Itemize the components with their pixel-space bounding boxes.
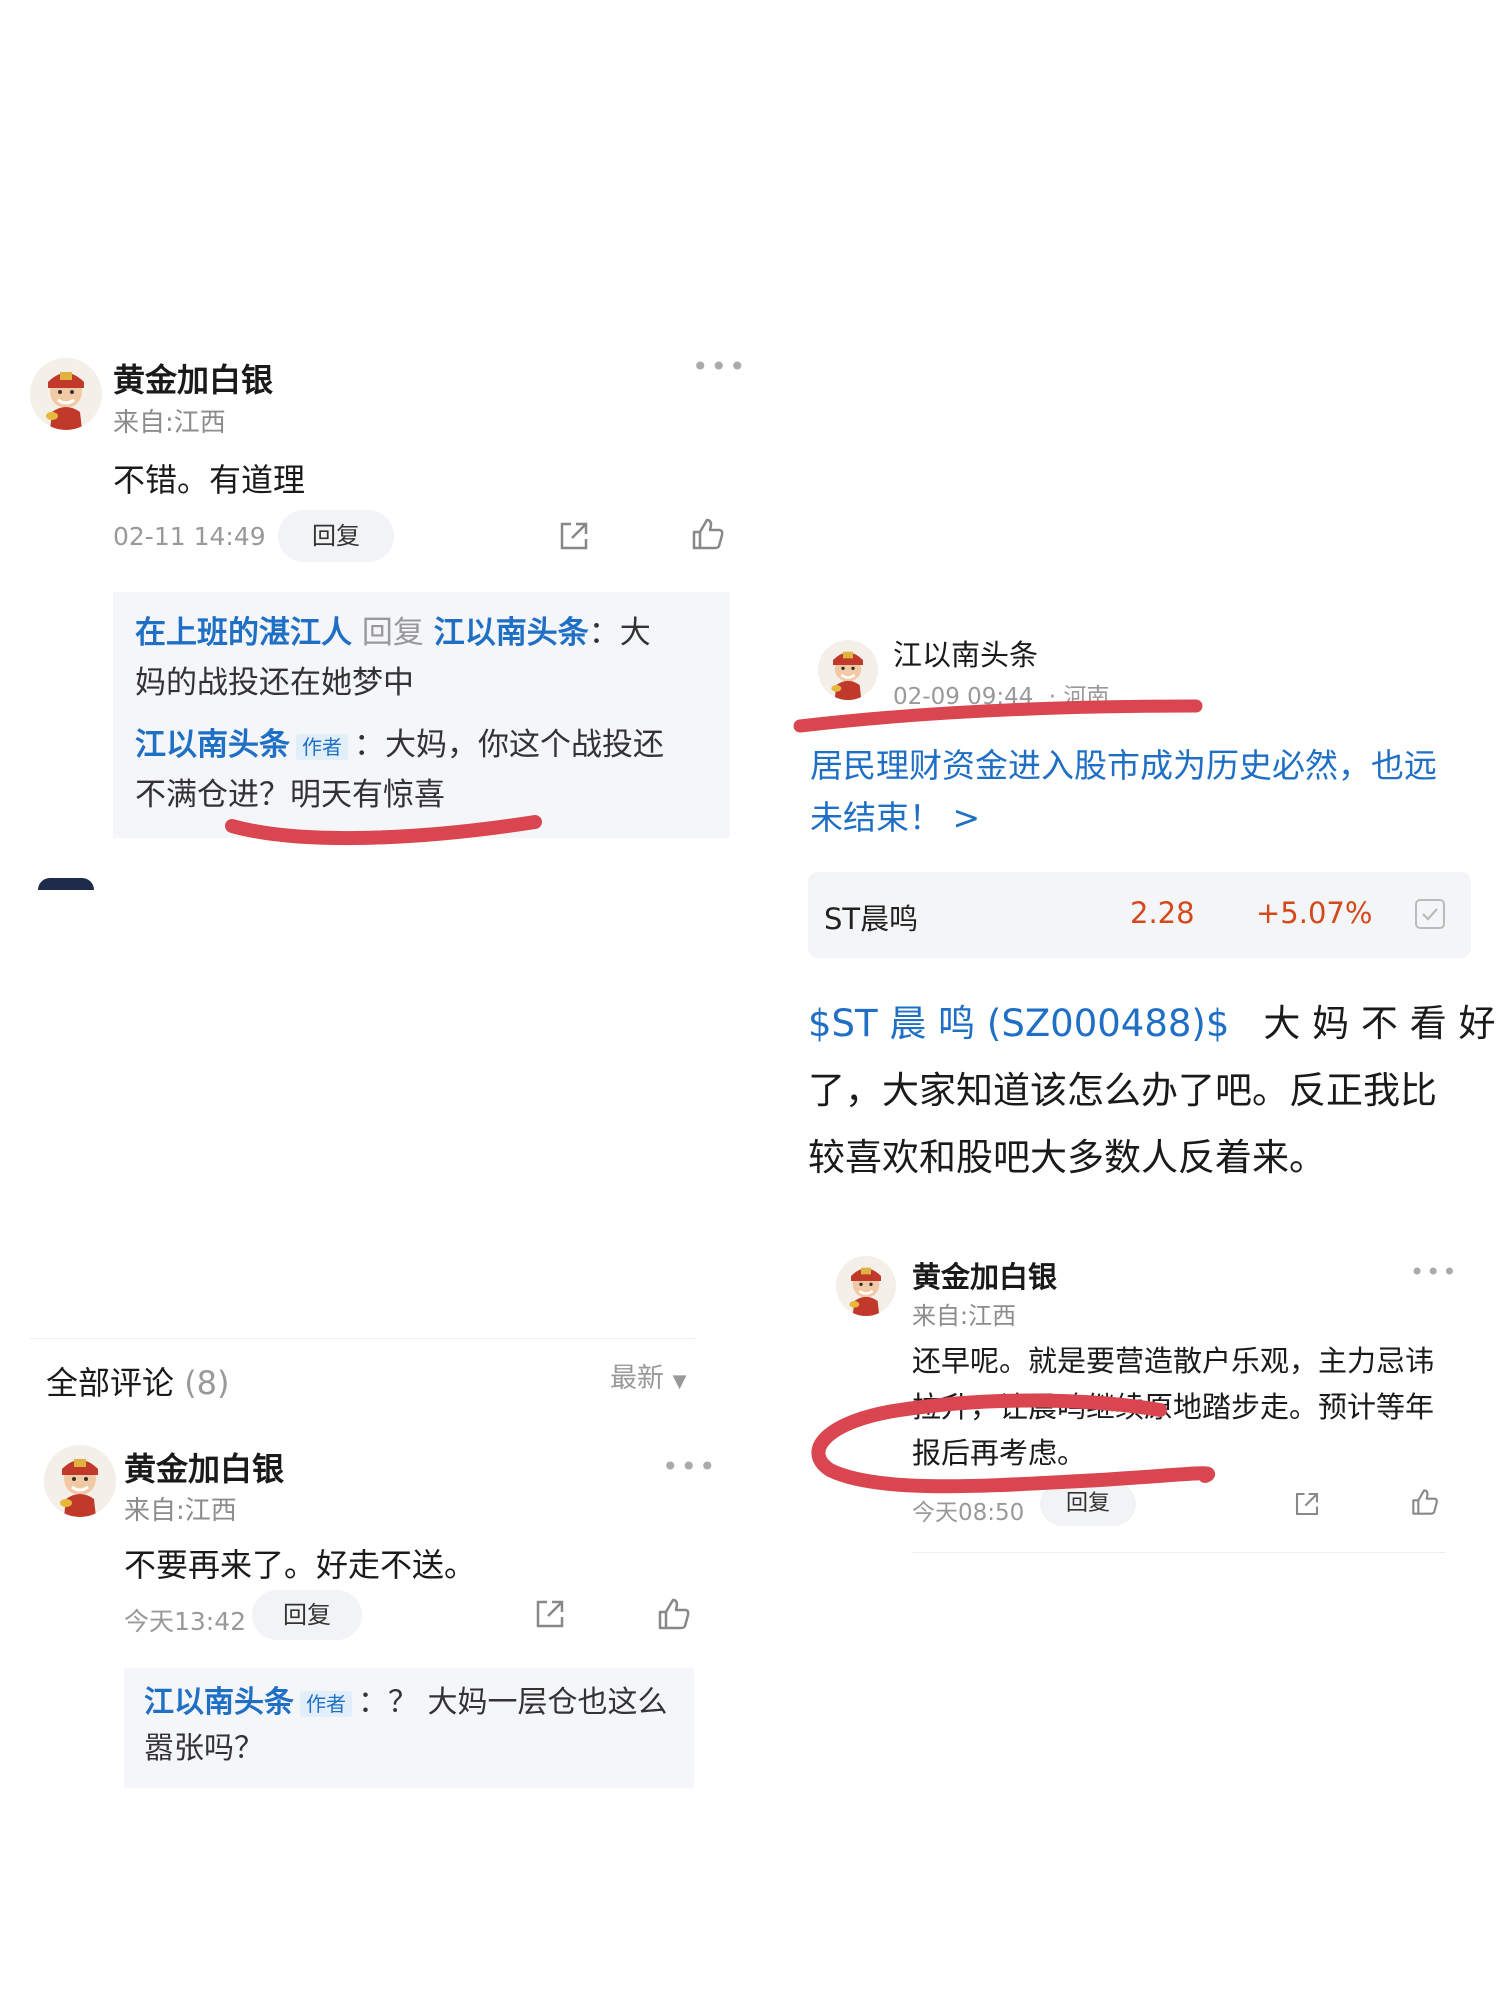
sub-reply-text-cont: 妈的战投还在她梦中 [135,665,414,701]
post-title-line: 居民理财资金进入股市成为历史必然，也远 [810,746,1437,785]
sub-reply-text: ：大妈，你这个战投还 [354,727,664,763]
post-location: · 河南 [1048,684,1110,710]
comments-count: (8) [184,1364,230,1402]
reply-button[interactable]: 回复 [278,510,394,562]
like-icon[interactable] [656,1596,692,1632]
user-avatar[interactable] [30,358,102,430]
comment-location: 来自:江西 [912,1302,1017,1330]
post-time: 02-09 09:44 [893,684,1034,710]
post-body-text: 大 妈 不 看 好 [1263,1002,1496,1045]
reply-button[interactable]: 回复 [252,1590,362,1640]
comment-username[interactable]: 黄金加白银 [912,1254,1057,1296]
comments-section-title: 全部评论 (8) [46,1358,230,1404]
user-avatar[interactable] [836,1256,896,1316]
like-icon[interactable] [690,516,726,552]
comment-location: 来自:江西 [124,1496,237,1526]
more-options-icon[interactable]: ••• [692,350,748,383]
sub-reply-text: ：大 [588,615,651,651]
more-options-icon[interactable]: ••• [662,1450,718,1483]
next-avatar-edge [38,878,94,890]
post-meta: 02-09 09:44 · 河南 [893,677,1109,711]
comment-text: 不错。有道理 [113,461,306,499]
post-author[interactable]: 江以南头条 [893,632,1038,674]
comment-time: 今天08:50 [912,1500,1025,1526]
sub-reply-user[interactable]: 江以南头条 [135,727,290,763]
post-body-text: 了，大家知道该怎么办了吧。反正我比 [808,1069,1437,1112]
post-body-text: 较喜欢和股吧大多数人反着来。 [808,1136,1326,1179]
sub-reply-text: ：？ 大妈一层仓也这么 [358,1685,668,1720]
sub-reply[interactable]: 江以南头条 作者：？ 大妈一层仓也这么 嚣张吗？ [144,1680,684,1772]
sub-replies-box: 江以南头条 作者：？ 大妈一层仓也这么 嚣张吗？ [124,1668,694,1788]
sub-reply[interactable]: 在上班的湛江人 回复 江以南头条：大 妈的战投还在她梦中 [135,608,725,708]
post-body: $ST 晨 鸣 (SZ000488)$ 大 妈 不 看 好 了，大家知道该怎么办了… [808,990,1495,1191]
reply-target-user[interactable]: 江以南头条 [434,615,589,651]
comment-location: 来自:江西 [113,408,226,438]
sub-reply-user[interactable]: 在上班的湛江人 [135,615,352,651]
author-avatar[interactable] [818,640,878,700]
stock-quote-card[interactable]: ST晨鸣 2.28 +5.07% [808,872,1471,958]
share-icon[interactable] [532,1596,568,1632]
stock-change: +5.07% [1256,896,1373,930]
comment-text: 不要再来了。好走不送。 [124,1546,477,1584]
sort-label: 最新 [610,1363,664,1394]
reply-verb: 回复 [361,615,424,651]
post-title-line: 未结束！ > [810,798,981,837]
comments-title: 全部评论 [46,1364,175,1402]
comment-time: 02-11 14:49 [113,522,266,551]
sub-reply-text-cont: 不满仓进？明天有惊喜 [135,777,445,813]
comment-text: 还早呢。就是要营造散户乐观，主力忌讳拉升，让晨鸣继续原地踏步走。预计等年报后再考… [912,1344,1435,1470]
comment-time: 今天13:42 [124,1607,247,1636]
share-icon[interactable] [1292,1489,1322,1519]
author-tag: 作者 [296,733,348,760]
user-avatar[interactable] [44,1445,116,1517]
reply-button[interactable]: 回复 [1040,1482,1136,1526]
share-icon[interactable] [556,518,592,554]
sub-reply-text-cont: 嚣张吗？ [144,1731,264,1766]
author-tag: 作者 [300,1690,352,1717]
add-watchlist-icon[interactable] [1414,898,1446,930]
more-options-icon[interactable]: ••• [1410,1258,1458,1286]
sub-reply-user[interactable]: 江以南头条 [144,1685,294,1720]
like-icon[interactable] [1410,1487,1440,1517]
stock-price: 2.28 [1130,896,1195,930]
stock-name: ST晨鸣 [824,902,919,936]
stock-tag-link[interactable]: $ST 晨 鸣 (SZ000488)$ [808,1002,1229,1045]
sub-reply[interactable]: 江以南头条 作者 ：大妈，你这个战投还 不满仓进？明天有惊喜 [135,720,725,820]
divider [30,1338,695,1339]
divider [912,1552,1446,1553]
sort-dropdown[interactable]: 最新 ▼ [610,1356,686,1395]
post-title-link[interactable]: 居民理财资金进入股市成为历史必然，也远 未结束！ > [810,740,1490,844]
caret-down-icon: ▼ [672,1371,687,1392]
comment-username[interactable]: 黄金加白银 [113,355,273,401]
comment-username[interactable]: 黄金加白银 [124,1444,284,1490]
sub-replies-box: 在上班的湛江人 回复 江以南头条：大 妈的战投还在她梦中 江以南头条 作者 ：大妈，… [113,592,730,838]
